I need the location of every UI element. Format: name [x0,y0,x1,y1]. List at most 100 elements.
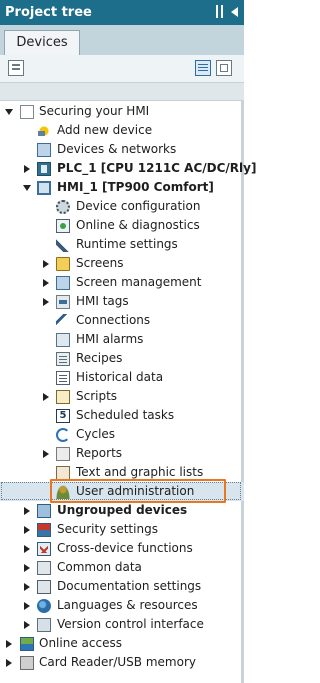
recipe-icon [56,352,70,366]
pin-icon[interactable] [216,5,223,18]
tree-item-label: Common data [57,560,142,574]
tree-item-version-control[interactable]: Version control interface [0,615,244,634]
online-access-icon [20,637,34,651]
tree-item-device-configuration[interactable]: Device configuration [0,197,244,216]
expand-arrow-icon[interactable] [24,602,30,610]
folder-icon [56,257,70,271]
tree-item-label: Reports [76,446,123,460]
plc-icon [37,162,51,176]
expand-arrow-icon[interactable] [23,185,31,191]
tree-item-label: Device configuration [76,199,201,213]
expand-arrow-icon[interactable] [24,507,30,515]
tree-item-hmi[interactable]: HMI_1 [TP900 Comfort] [0,178,244,197]
list-view-icon[interactable] [195,60,211,76]
scripts-icon [56,390,70,404]
alarm-icon [56,333,70,347]
tree-item-online-access[interactable]: Online access [0,634,244,653]
tree-item-online-diagnostics[interactable]: Online & diagnostics [0,216,244,235]
expand-arrow-icon[interactable] [6,640,12,648]
expand-arrow-icon[interactable] [43,298,49,306]
connections-icon [56,314,70,328]
cycle-icon [56,428,70,442]
toolbar [0,55,244,83]
tree-item-cross-device-functions[interactable]: Cross-device functions [0,539,244,558]
collapse-icon[interactable] [230,5,240,18]
detail-view-icon[interactable] [216,60,232,76]
panel-title: Project tree [5,5,92,20]
expand-arrow-icon[interactable] [43,393,49,401]
tree-item-card-reader[interactable]: Card Reader/USB memory [0,653,244,672]
expand-arrow-icon[interactable] [43,279,49,287]
version-control-icon [37,618,51,632]
security-icon [37,523,51,537]
tree-item-project[interactable]: Securing your HMI [0,102,244,121]
tree-item-scheduled-tasks[interactable]: 5 Scheduled tasks [0,406,244,425]
tree-item-devices-networks[interactable]: Devices & networks [0,140,244,159]
expand-arrow-icon[interactable] [5,109,13,115]
tab-strip: Devices [0,25,244,56]
expand-arrow-icon[interactable] [43,260,49,268]
highlight-box [50,479,226,503]
tree-item-reports[interactable]: Reports [0,444,244,463]
tree-item-label: Version control interface [57,617,204,631]
tree-item-recipes[interactable]: Recipes [0,349,244,368]
tree-item-security-settings[interactable]: Security settings [0,520,244,539]
tree-item-add-new-device[interactable]: Add new device [0,121,244,140]
expand-arrow-icon[interactable] [24,621,30,629]
tree-item-label: Screen management [76,275,202,289]
expand-arrow-icon[interactable] [24,526,30,534]
tree-item-label: Ungrouped devices [57,503,188,517]
hmi-panel-icon [37,181,51,195]
tree-item-label: HMI alarms [76,332,144,346]
expand-arrow-icon[interactable] [24,165,30,173]
properties-icon[interactable] [8,60,24,76]
cross-device-icon [37,542,51,556]
expand-arrow-icon[interactable] [43,450,49,458]
tree-item-label: Add new device [57,123,153,137]
network-icon [37,143,51,157]
wrench-icon [56,238,70,252]
tree-header-strip [0,83,244,101]
device-configuration-icon [56,200,70,214]
text-list-icon [56,466,70,480]
tree-item-label: Security settings [57,522,158,536]
tree-item-scripts[interactable]: Scripts [0,387,244,406]
tree-item-documentation-settings[interactable]: Documentation settings [0,577,244,596]
expand-arrow-icon[interactable] [24,583,30,591]
tree-item-ungrouped-devices[interactable]: Ungrouped devices [0,501,244,520]
report-icon [56,447,70,461]
tree-item-label: Securing your HMI [39,104,150,118]
tree-item-common-data[interactable]: Common data [0,558,244,577]
tree-item-label: Screens [76,256,124,270]
expand-arrow-icon[interactable] [24,545,30,553]
tree-item-runtime-settings[interactable]: Runtime settings [0,235,244,254]
diagnostics-icon [56,219,70,233]
tree-item-screens[interactable]: Screens [0,254,244,273]
tree-item-label: Cycles [76,427,116,441]
tree-item-historical-data[interactable]: Historical data [0,368,244,387]
tree-item-label: Scheduled tasks [76,408,175,422]
screen-management-icon [56,276,70,290]
tree-item-label: Online access [39,636,122,650]
tree-item-screen-management[interactable]: Screen management [0,273,244,292]
tree-item-plc[interactable]: PLC_1 [CPU 1211C AC/DC/Rly] [0,159,256,178]
tab-devices[interactable]: Devices [4,30,80,56]
tree-item-languages-resources[interactable]: Languages & resources [0,596,244,615]
tree-item-connections[interactable]: Connections [0,311,244,330]
tags-icon [56,295,70,309]
tree-item-cycles[interactable]: Cycles [0,425,244,444]
globe-icon [37,599,51,613]
tree-item-label: Online & diagnostics [76,218,200,232]
documentation-icon [37,580,51,594]
tree-item-label: HMI_1 [TP900 Comfort] [57,180,214,194]
expand-arrow-icon[interactable] [6,659,12,667]
tree-item-label: Runtime settings [76,237,178,251]
tree-item-label: Connections [76,313,151,327]
tree-item-label: Cross-device functions [57,541,193,555]
tree-item-label: Scripts [76,389,118,403]
tree-item-hmi-tags[interactable]: HMI tags [0,292,244,311]
add-device-icon [37,124,51,138]
tree-item-hmi-alarms[interactable]: HMI alarms [0,330,244,349]
card-reader-icon [20,656,34,670]
expand-arrow-icon[interactable] [24,564,30,572]
